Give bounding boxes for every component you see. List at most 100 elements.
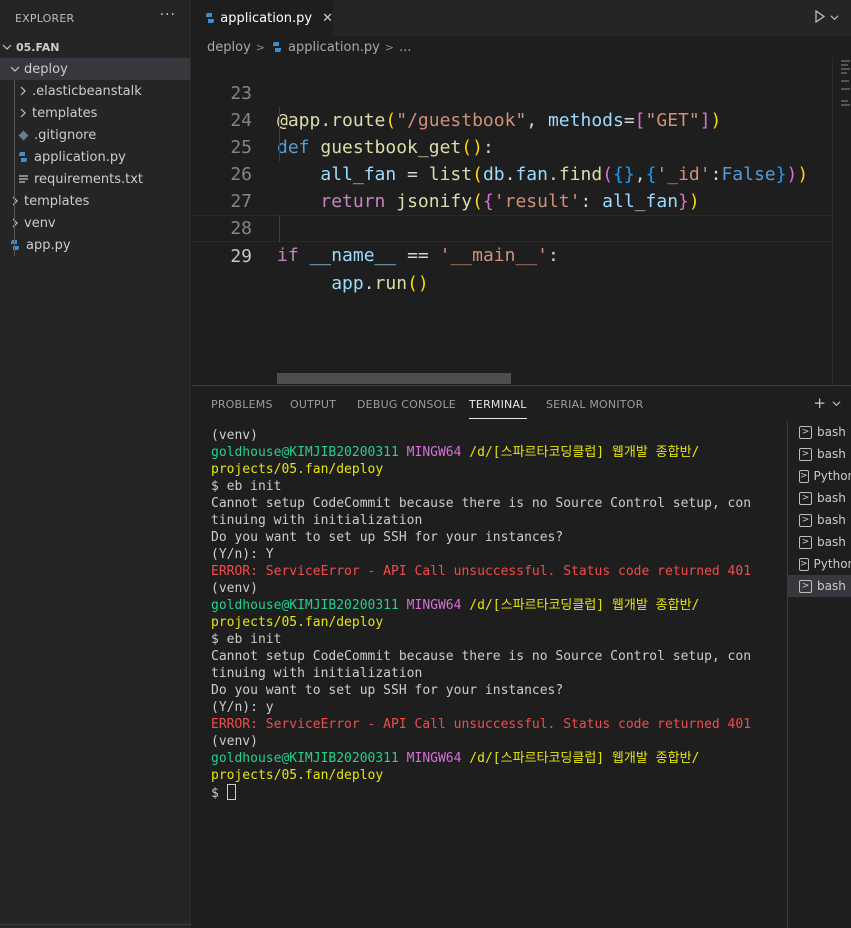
terminal-icon: >: [799, 447, 812, 461]
tree-item-application-py[interactable]: application.py: [0, 146, 190, 168]
tree-item-label: requirements.txt: [34, 171, 144, 187]
tree-item-gitignore[interactable]: .gitignore: [0, 124, 190, 146]
code-text: app.run(): [331, 273, 429, 294]
chevron-down-icon[interactable]: [832, 394, 841, 412]
terminal-text: projects/05.fan/deploy: [211, 768, 384, 783]
explorer-title: EXPLORER: [15, 11, 75, 25]
terminal-line: ERROR: ServiceError - API Call unsuccess…: [211, 716, 781, 733]
terminal-text: goldhouse@KIMJIB20200311: [211, 598, 407, 613]
terminal-line: goldhouse@KIMJIB20200311 MINGW64 /d/[스파르…: [211, 597, 781, 614]
tab-label: application.py: [220, 10, 313, 26]
terminal-line: goldhouse@KIMJIB20200311 MINGW64 /d/[스파르…: [211, 444, 781, 461]
terminal-list-item[interactable]: > bash: [788, 421, 851, 443]
tab-problems[interactable]: PROBLEMS: [211, 398, 273, 411]
minimap[interactable]: [832, 58, 851, 385]
close-icon[interactable]: ✕: [322, 11, 333, 26]
code-line: 28 if __name__ == '__main__':: [192, 188, 832, 266]
tab-debug-console[interactable]: DEBUG CONSOLE: [357, 398, 456, 411]
bottom-panel: PROBLEMS OUTPUT DEBUG CONSOLE TERMINAL S…: [192, 385, 851, 928]
terminal-line: projects/05.fan/deploy: [211, 767, 781, 784]
minimap-line: [841, 80, 849, 82]
workspace-root-label: 05.FAN: [16, 40, 60, 54]
terminal-list-item[interactable]: > Python: [788, 465, 851, 487]
terminal-list-item[interactable]: > bash: [788, 487, 851, 509]
chevron-right-icon: [16, 86, 30, 96]
terminal-icon: >: [799, 535, 812, 549]
code-line: 27: [192, 161, 832, 212]
tree-item-label: .gitignore: [34, 127, 97, 143]
tree-item-app-py[interactable]: app.py: [0, 234, 190, 256]
minimap-line: [841, 72, 847, 74]
terminal-prompt: $: [211, 786, 227, 801]
tab-application-py[interactable]: application.py ✕: [192, 0, 333, 36]
terminal-line: Cannot setup CodeCommit because there is…: [211, 495, 781, 512]
breadcrumb-item[interactable]: deploy: [207, 40, 251, 55]
tab-terminal[interactable]: TERMINAL: [469, 398, 527, 419]
breadcrumb-item[interactable]: ...: [399, 40, 411, 55]
terminal-icon: >: [799, 469, 809, 483]
chevron-right-icon: [8, 196, 22, 206]
code-text: if __name__ == '__main__':: [277, 245, 559, 266]
tree-item-label: venv: [24, 215, 56, 231]
tree-item-requirements[interactable]: requirements.txt: [0, 168, 190, 190]
tree-item-templates[interactable]: templates: [0, 190, 190, 212]
code-editor[interactable]: 23 @app.route("/guestbook", methods=["GE…: [192, 58, 832, 385]
terminal-line: goldhouse@KIMJIB20200311 MINGW64 /d/[스파르…: [211, 750, 781, 767]
terminal-text: Cannot setup CodeCommit because there is…: [211, 496, 752, 511]
text-file-icon: [16, 174, 30, 184]
editor-tab-bar: application.py ✕: [192, 0, 851, 36]
tree-item-venv[interactable]: venv: [0, 212, 190, 234]
workspace-root[interactable]: 05.FAN: [0, 36, 190, 58]
terminal-list-label: bash: [817, 447, 846, 461]
chevron-right-icon: [16, 108, 30, 118]
python-file-icon: [204, 12, 216, 24]
terminal-text: $ eb init: [211, 632, 282, 647]
python-file-icon: [16, 151, 30, 163]
run-actions: [814, 0, 839, 36]
minimap-line: [841, 104, 850, 106]
chevron-right-icon: [8, 218, 22, 228]
terminal-text: (Y/n): y: [211, 700, 274, 715]
terminal-line: ERROR: ServiceError - API Call unsuccess…: [211, 563, 781, 580]
terminal-list-item[interactable]: > bash: [788, 531, 851, 553]
terminal-icon: >: [799, 513, 812, 527]
terminal-line: $ eb init: [211, 631, 781, 648]
code-line: 23 @app.route("/guestbook", methods=["GE…: [192, 58, 832, 131]
terminal-output[interactable]: (venv) goldhouse@KIMJIB20200311 MINGW64 /…: [211, 427, 781, 801]
terminal-list-label: bash: [817, 535, 846, 549]
tree-item-label: .elasticbeanstalk: [32, 83, 142, 99]
terminal-list-label: bash: [817, 491, 846, 505]
tab-output[interactable]: OUTPUT: [290, 398, 336, 411]
current-code-line: 29 app.run(): [192, 215, 832, 294]
tree-item-deploy[interactable]: deploy: [0, 58, 190, 80]
terminal-text: (Y/n): Y: [211, 547, 274, 562]
add-terminal-icon[interactable]: +: [813, 394, 826, 412]
chevron-right-icon: >: [384, 40, 394, 54]
terminal-text: /d/[스파르타코딩클럽] 웹개발 종합반/: [469, 598, 700, 613]
horizontal-scrollbar[interactable]: [277, 373, 511, 384]
terminal-line: Cannot setup CodeCommit because there is…: [211, 648, 781, 665]
panel-actions: +: [813, 394, 841, 412]
tree-item-elasticbeanstalk[interactable]: .elasticbeanstalk: [0, 80, 190, 102]
terminal-text: (venv): [211, 581, 258, 596]
terminal-list-item[interactable]: > bash: [788, 509, 851, 531]
terminal-line: (venv): [211, 580, 781, 597]
chevron-down-icon[interactable]: [830, 11, 839, 25]
terminal-icon: >: [799, 491, 812, 505]
breadcrumb-item[interactable]: application.py: [288, 40, 380, 55]
panel-tabs: PROBLEMS OUTPUT DEBUG CONSOLE TERMINAL S…: [192, 386, 851, 423]
terminal-line: (Y/n): y: [211, 699, 781, 716]
terminal-list-item[interactable]: > bash: [788, 443, 851, 465]
tab-serial-monitor[interactable]: SERIAL MONITOR: [546, 398, 643, 411]
terminal-text: (venv): [211, 734, 258, 749]
explorer-sidebar: EXPLORER ··· 05.FAN deploy .elasticbeans…: [0, 0, 191, 928]
terminal-text: MINGW64: [406, 445, 470, 460]
terminal-list-item[interactable]: > bash: [788, 575, 851, 597]
run-icon[interactable]: [814, 9, 826, 26]
terminal-list-label: Python: [813, 557, 851, 571]
more-actions-icon[interactable]: ···: [160, 7, 176, 23]
indent-guide: [14, 80, 15, 256]
terminal-text: goldhouse@KIMJIB20200311: [211, 445, 407, 460]
tree-item-templates-inner[interactable]: templates: [0, 102, 190, 124]
terminal-list-item[interactable]: > Python: [788, 553, 851, 575]
